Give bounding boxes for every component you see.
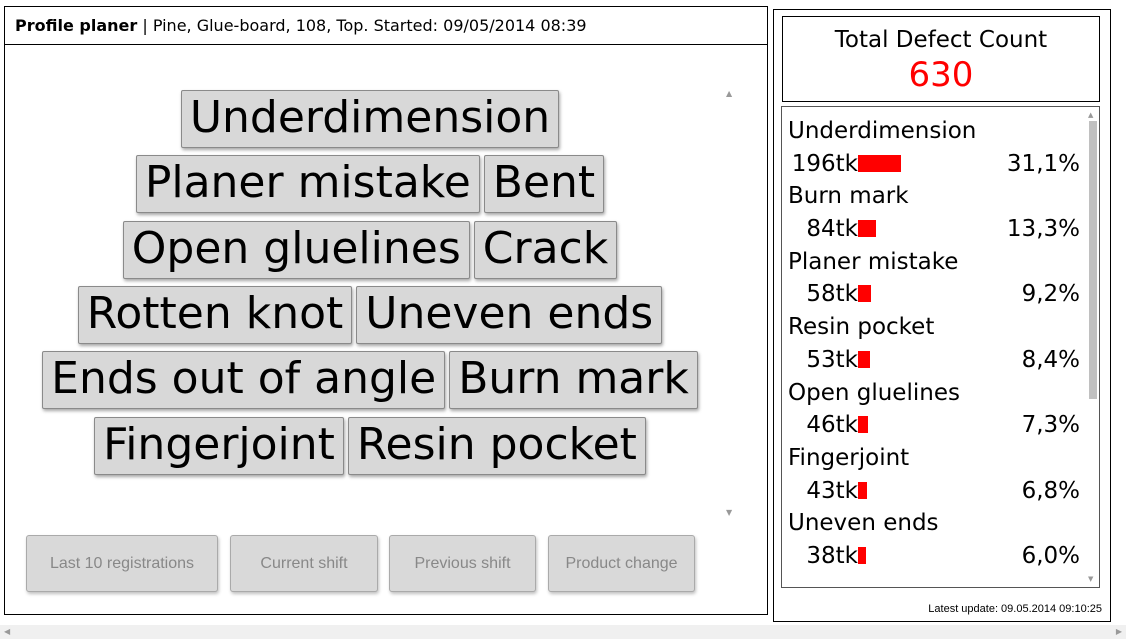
statistics-panel: Total Defect Count 630 Underdimension 196… — [773, 9, 1111, 622]
scroll-thumb[interactable] — [1089, 121, 1097, 399]
stat-bar — [858, 350, 870, 368]
stat-line: 53tk 8,4% — [788, 344, 1080, 377]
page-header: Profile planer | Pine, Glue-board, 108, … — [5, 7, 767, 45]
defect-button-ends-out-of-angle[interactable]: Ends out of angle — [42, 351, 446, 409]
defect-button-burn-mark[interactable]: Burn mark — [449, 351, 698, 409]
stat-name: Resin pocket — [788, 314, 935, 341]
stat-count: 38tk — [806, 543, 858, 570]
header-context: | Pine, Glue-board, 108, Top. Started: 0… — [137, 16, 587, 35]
scroll-left-icon[interactable]: ◀ — [4, 627, 10, 636]
stat-item: Open gluelines 46tk 7,3% — [788, 377, 1080, 442]
current-shift-button[interactable]: Current shift — [230, 535, 378, 592]
stat-line: 58tk 9,2% — [788, 278, 1080, 311]
stat-percentage: 6,8% — [1021, 477, 1080, 504]
stat-bar — [858, 416, 868, 434]
scroll-up-icon[interactable]: ▲ — [726, 89, 732, 98]
defect-button-planer-mistake[interactable]: Planer mistake — [135, 155, 480, 213]
defect-row: Planer mistake Bent — [5, 155, 735, 213]
stat-percentage: 8,4% — [1021, 346, 1080, 373]
stat-name: Uneven ends — [788, 510, 939, 537]
defect-row: Ends out of angle Burn mark — [5, 351, 735, 409]
stat-item: Uneven ends 38tk 6,0% — [788, 507, 1080, 572]
stat-line: 38tk 6,0% — [788, 540, 1080, 573]
stat-count: 46tk — [806, 412, 858, 439]
stats-scrollbar[interactable]: ▲ ▼ — [1087, 111, 1097, 583]
stat-bar — [858, 154, 901, 172]
stat-count: 58tk — [806, 281, 858, 308]
defect-button-grid: Underdimension Planer mistake Bent Open glu… — [5, 45, 735, 515]
app-name: Profile planer — [15, 16, 138, 35]
stat-item: Planer mistake 58tk 9,2% — [788, 246, 1080, 311]
stat-count: 84tk — [806, 216, 858, 243]
defect-row: Fingerjoint Resin pocket — [5, 417, 735, 475]
stat-percentage: 6,0% — [1021, 543, 1080, 570]
last-10-registrations-button[interactable]: Last 10 registrations — [26, 535, 218, 592]
total-defect-value: 630 — [908, 55, 974, 95]
stats-list: Underdimension 196tk 31,1% Burn mark 84tk 13,… — [788, 115, 1080, 573]
stat-name: Underdimension — [788, 118, 977, 144]
scroll-down-icon[interactable]: ▼ — [1088, 575, 1093, 583]
previous-shift-button[interactable]: Previous shift — [389, 535, 536, 592]
stat-line: 43tk 6,8% — [788, 475, 1080, 508]
stat-percentage: 31,1% — [1006, 150, 1080, 177]
stat-count: 53tk — [806, 346, 858, 373]
stat-line: 46tk 7,3% — [788, 409, 1080, 442]
defect-row: Underdimension — [5, 90, 735, 148]
stat-count: 196tk — [791, 150, 858, 177]
total-defect-box: Total Defect Count 630 — [782, 16, 1100, 102]
stat-bar — [858, 285, 871, 303]
stat-bar — [858, 481, 867, 499]
stat-percentage: 7,3% — [1021, 412, 1080, 439]
stat-item: Burn mark 84tk 13,3% — [788, 180, 1080, 245]
scroll-up-icon[interactable]: ▲ — [1088, 111, 1093, 119]
stat-item: Resin pocket 53tk 8,4% — [788, 311, 1080, 376]
defect-button-crack[interactable]: Crack — [473, 221, 618, 279]
defect-button-underdimension[interactable]: Underdimension — [180, 90, 560, 148]
latest-update-text: Latest update: 09.05.2014 09:10:25 — [928, 603, 1102, 615]
product-change-button[interactable]: Product change — [548, 535, 695, 592]
defect-button-rotten-knot[interactable]: Rotten knot — [77, 286, 353, 344]
stat-count: 43tk — [806, 477, 858, 504]
defect-grid-scrollbar[interactable]: ▲ ▼ — [723, 89, 737, 517]
stat-bar — [858, 220, 876, 238]
page-horizontal-scrollbar[interactable]: ◀ ▶ — [0, 625, 1126, 639]
defect-button-uneven-ends[interactable]: Uneven ends — [356, 286, 663, 344]
defect-button-open-gluelines[interactable]: Open gluelines — [122, 221, 470, 279]
defect-row: Open gluelines Crack — [5, 221, 735, 279]
stat-bar — [858, 547, 866, 565]
stat-item: Fingerjoint 43tk 6,8% — [788, 442, 1080, 507]
scroll-right-icon[interactable]: ▶ — [1116, 627, 1122, 636]
defect-button-bent[interactable]: Bent — [483, 155, 605, 213]
scroll-down-icon[interactable]: ▼ — [726, 508, 732, 517]
defect-button-fingerjoint[interactable]: Fingerjoint — [94, 417, 344, 475]
stat-line: 196tk 31,1% — [788, 148, 1080, 181]
stat-name: Open gluelines — [788, 379, 960, 406]
defect-statistics-list[interactable]: Underdimension 196tk 31,1% Burn mark 84tk 13,… — [781, 106, 1100, 588]
total-defect-title: Total Defect Count — [834, 27, 1048, 53]
registration-panel: Profile planer | Pine, Glue-board, 108, … — [4, 6, 768, 615]
stat-name: Planer mistake — [788, 248, 959, 275]
stat-item: Underdimension 196tk 31,1% — [788, 115, 1080, 180]
defect-row: Rotten knot Uneven ends — [5, 286, 735, 344]
stat-name: Fingerjoint — [788, 444, 910, 471]
stat-name: Burn mark — [788, 183, 909, 210]
stat-percentage: 13,3% — [1006, 216, 1080, 243]
defect-button-resin-pocket[interactable]: Resin pocket — [347, 417, 646, 475]
stat-percentage: 9,2% — [1021, 281, 1080, 308]
stat-line: 84tk 13,3% — [788, 213, 1080, 246]
